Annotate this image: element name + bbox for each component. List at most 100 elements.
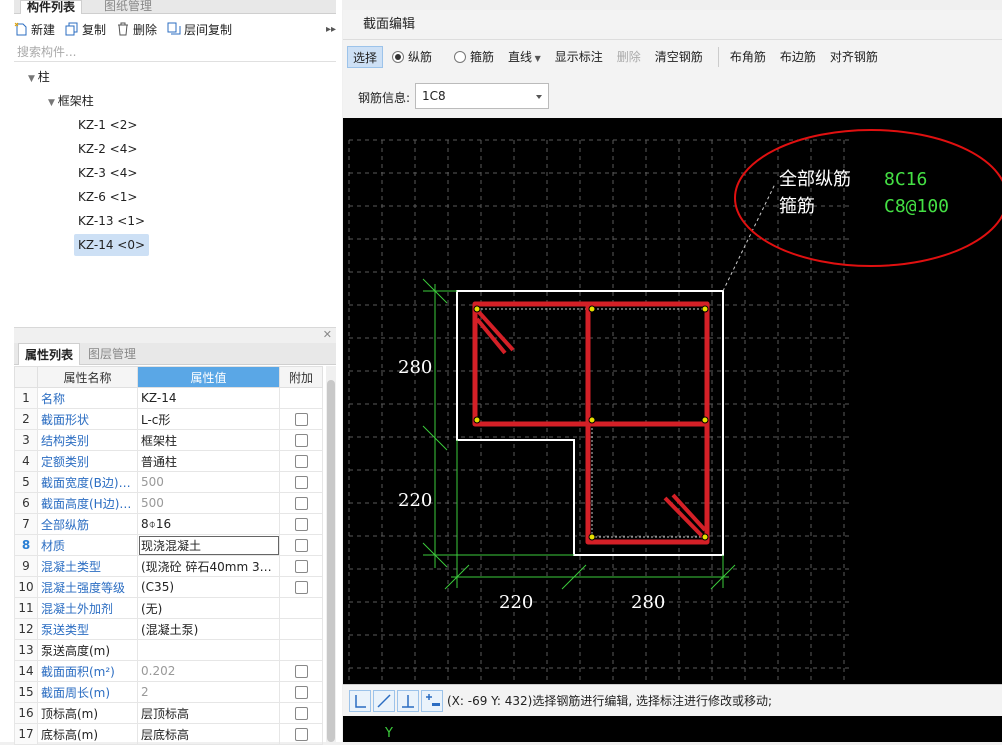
property-value[interactable]: (C35) (137, 576, 280, 598)
property-value[interactable]: KZ-14 (137, 387, 280, 409)
checkbox[interactable] (294, 412, 308, 426)
property-row[interactable]: 10 混凝土强度等级 (C35) (14, 576, 323, 598)
checkbox[interactable] (294, 454, 308, 468)
add-dimension-button[interactable] (421, 690, 443, 712)
property-name: 泵送高度(m) (37, 639, 138, 661)
property-value[interactable]: 现浇混凝土 (137, 534, 280, 556)
rebar-info-label: 钢筋信息: (358, 91, 411, 105)
property-row[interactable]: 5 截面宽度(B边)(... 500 (14, 471, 323, 493)
tab-property-list[interactable]: 属性列表 (18, 343, 81, 365)
delete-button-disabled[interactable]: 删除 (612, 46, 646, 68)
checkbox[interactable] (294, 433, 308, 447)
property-row[interactable]: 14 截面面积(m²) 0.202 (14, 660, 323, 682)
checkbox[interactable] (294, 706, 308, 720)
longitudinal-radio[interactable]: 纵筋 (387, 46, 437, 68)
snap-corner-button[interactable] (349, 690, 371, 712)
checkbox[interactable] (294, 517, 308, 531)
dim-bottom-left: 220 (499, 592, 533, 613)
property-value[interactable]: 500 (137, 471, 280, 493)
checkbox[interactable] (294, 538, 308, 552)
tree-item[interactable]: KZ-2 <4> (78, 138, 137, 160)
stirrup-radio[interactable]: 箍筋 (449, 46, 499, 68)
dim-bottom-right: 280 (631, 592, 665, 613)
property-value[interactable]: 普通柱 (137, 450, 280, 472)
property-row[interactable]: 8 材质 现浇混凝土 (14, 534, 323, 556)
property-row[interactable]: 13 泵送高度(m) (14, 639, 323, 661)
extra-cell (279, 471, 323, 493)
checkbox[interactable] (294, 727, 308, 741)
checkbox[interactable] (294, 475, 308, 489)
annotation-label-1: 全部纵筋 (779, 169, 851, 190)
new-button[interactable]: 新建 (14, 21, 55, 38)
property-value[interactable]: (混凝土泵) (137, 618, 280, 640)
tree-item[interactable]: KZ-6 <1> (78, 186, 137, 208)
rebar-point (701, 416, 709, 424)
close-icon[interactable]: ✕ (323, 328, 332, 341)
section-canvas[interactable]: 280 220 220 280 全部纵筋 8C16 箍筋 C8@100 (343, 118, 1002, 684)
property-row[interactable]: 2 截面形状 L-c形 (14, 408, 323, 430)
property-value[interactable]: (现浇砼 碎石40mm 32... (137, 555, 280, 577)
property-name: 截面形状 (37, 408, 138, 430)
snap-diagonal-button[interactable] (373, 690, 395, 712)
tab-drawing-management[interactable]: 图纸管理 (98, 0, 158, 14)
property-value[interactable]: 8⌽16 (137, 513, 280, 535)
property-row[interactable]: 15 截面周长(m) 2 (14, 681, 323, 703)
property-row[interactable]: 4 定额类别 普通柱 (14, 450, 323, 472)
property-value[interactable]: L-c形 (137, 408, 280, 430)
property-value[interactable]: 2 (137, 681, 280, 703)
copy-button[interactable]: 复制 (65, 21, 106, 38)
property-row[interactable]: 9 混凝土类型 (现浇砼 碎石40mm 32... (14, 555, 323, 577)
corner-rebar-button[interactable]: 布角筋 (725, 46, 771, 68)
rebar-point (588, 305, 596, 313)
leader-line (722, 183, 776, 292)
checkbox[interactable] (294, 559, 308, 573)
property-scrollbar-thumb[interactable] (327, 380, 335, 742)
clear-rebar-button[interactable]: 清空钢筋 (650, 46, 708, 68)
panel-splitter[interactable]: ✕ (14, 327, 336, 343)
row-number: 5 (14, 471, 38, 493)
tree-item-selected[interactable]: KZ-14 <0> (74, 234, 150, 256)
tree-node-frame-column[interactable]: ▼ 框架柱 (48, 90, 94, 112)
tree-item[interactable]: KZ-1 <2> (78, 114, 137, 136)
search-input[interactable]: 搜索构件... (14, 42, 336, 62)
align-rebar-button[interactable]: 对齐钢筋 (825, 46, 883, 68)
property-value[interactable]: 500 (137, 492, 280, 514)
property-row[interactable]: 12 泵送类型 (混凝土泵) (14, 618, 323, 640)
tab-component-list[interactable]: 构件列表 (20, 0, 83, 14)
tree-node-column[interactable]: ▼ 柱 (28, 66, 50, 88)
property-row[interactable]: 3 结构类别 框架柱 (14, 429, 323, 451)
dialog-title: 截面编辑 (343, 10, 1002, 40)
show-label-button[interactable]: 显示标注 (550, 46, 608, 68)
property-value[interactable]: 框架柱 (137, 429, 280, 451)
checkbox[interactable] (294, 685, 308, 699)
property-value[interactable]: (无) (137, 597, 280, 619)
checkbox[interactable] (294, 664, 308, 678)
property-row[interactable]: 1 名称 KZ-14 (14, 387, 323, 409)
edge-rebar-button[interactable]: 布边筋 (775, 46, 821, 68)
snap-perpendicular-button[interactable] (397, 690, 419, 712)
checkbox[interactable] (294, 496, 308, 510)
tree-item[interactable]: KZ-13 <1> (78, 210, 145, 232)
checkbox[interactable] (294, 580, 308, 594)
property-row[interactable]: 17 底标高(m) 层底标高 (14, 723, 323, 745)
property-row[interactable]: 11 混凝土外加剂 (无) (14, 597, 323, 619)
tree-item[interactable]: KZ-3 <4> (78, 162, 137, 184)
property-value[interactable]: 层底标高 (137, 723, 280, 745)
rebar-info-select[interactable]: 1C8 (415, 83, 549, 109)
property-row[interactable]: 16 顶标高(m) 层顶标高 (14, 702, 323, 724)
property-value[interactable]: 层顶标高 (137, 702, 280, 724)
property-value[interactable]: 0.202 (137, 660, 280, 682)
more-button[interactable]: ▸▸ (326, 24, 336, 35)
line-dropdown[interactable]: 直线 ▼ (503, 46, 546, 68)
tab-layer-management[interactable]: 图层管理 (82, 343, 142, 365)
floor-copy-icon (167, 22, 181, 36)
new-icon (14, 22, 28, 36)
property-row[interactable]: 7 全部纵筋 8⌽16 (14, 513, 323, 535)
property-name: 底标高(m) (37, 723, 138, 745)
select-button[interactable]: 选择 (347, 46, 384, 68)
row-number: 11 (14, 597, 38, 619)
property-value[interactable] (137, 639, 280, 661)
floor-copy-button[interactable]: 层间复制 (167, 21, 232, 38)
delete-button[interactable]: 删除 (116, 21, 157, 38)
property-row[interactable]: 6 截面高度(H边)(... 500 (14, 492, 323, 514)
